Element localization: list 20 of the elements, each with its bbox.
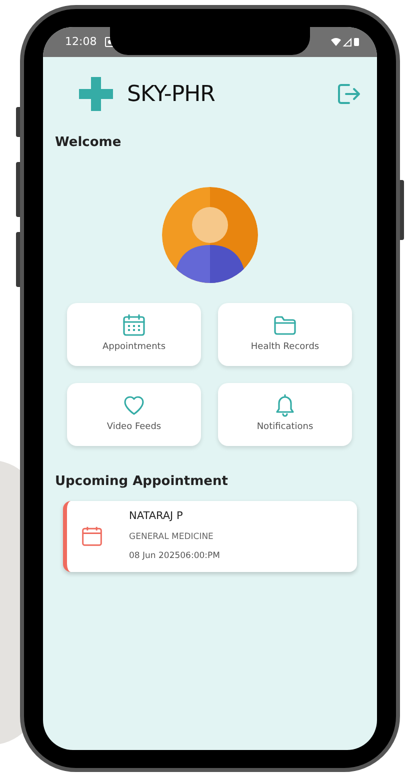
section-title: Upcoming Appointment [55,472,229,490]
menu-tile[interactable]: Video Feeds [67,382,201,446]
folder-icon [273,313,297,338]
bell-icon [273,393,297,418]
calendar-icon [122,313,146,338]
appointment-card[interactable]: NATARAJ P GENERAL MEDICINE 08 Jun 202506:00:PM [63,501,357,572]
calendar-icon [81,524,103,547]
signal-battery-icon [331,37,361,47]
heart-icon [122,393,146,418]
welcome-text: Welcome [55,134,122,152]
medical-cross-icon [79,77,113,111]
menu-tile[interactable]: Appointments [67,302,201,366]
status-time: 12:08 [65,34,97,50]
logout-icon[interactable] [337,83,361,105]
department-text: GENERAL MEDICINE [129,530,214,544]
menu-tile[interactable]: Health Records [218,302,352,366]
menu-tile[interactable]: Notifications [218,382,352,446]
app-title: SKY-PHR [127,80,215,108]
doctor-name: NATARAJ P [129,509,184,524]
appointment-datetime: 08 Jun 202506:00:PM [129,550,220,562]
